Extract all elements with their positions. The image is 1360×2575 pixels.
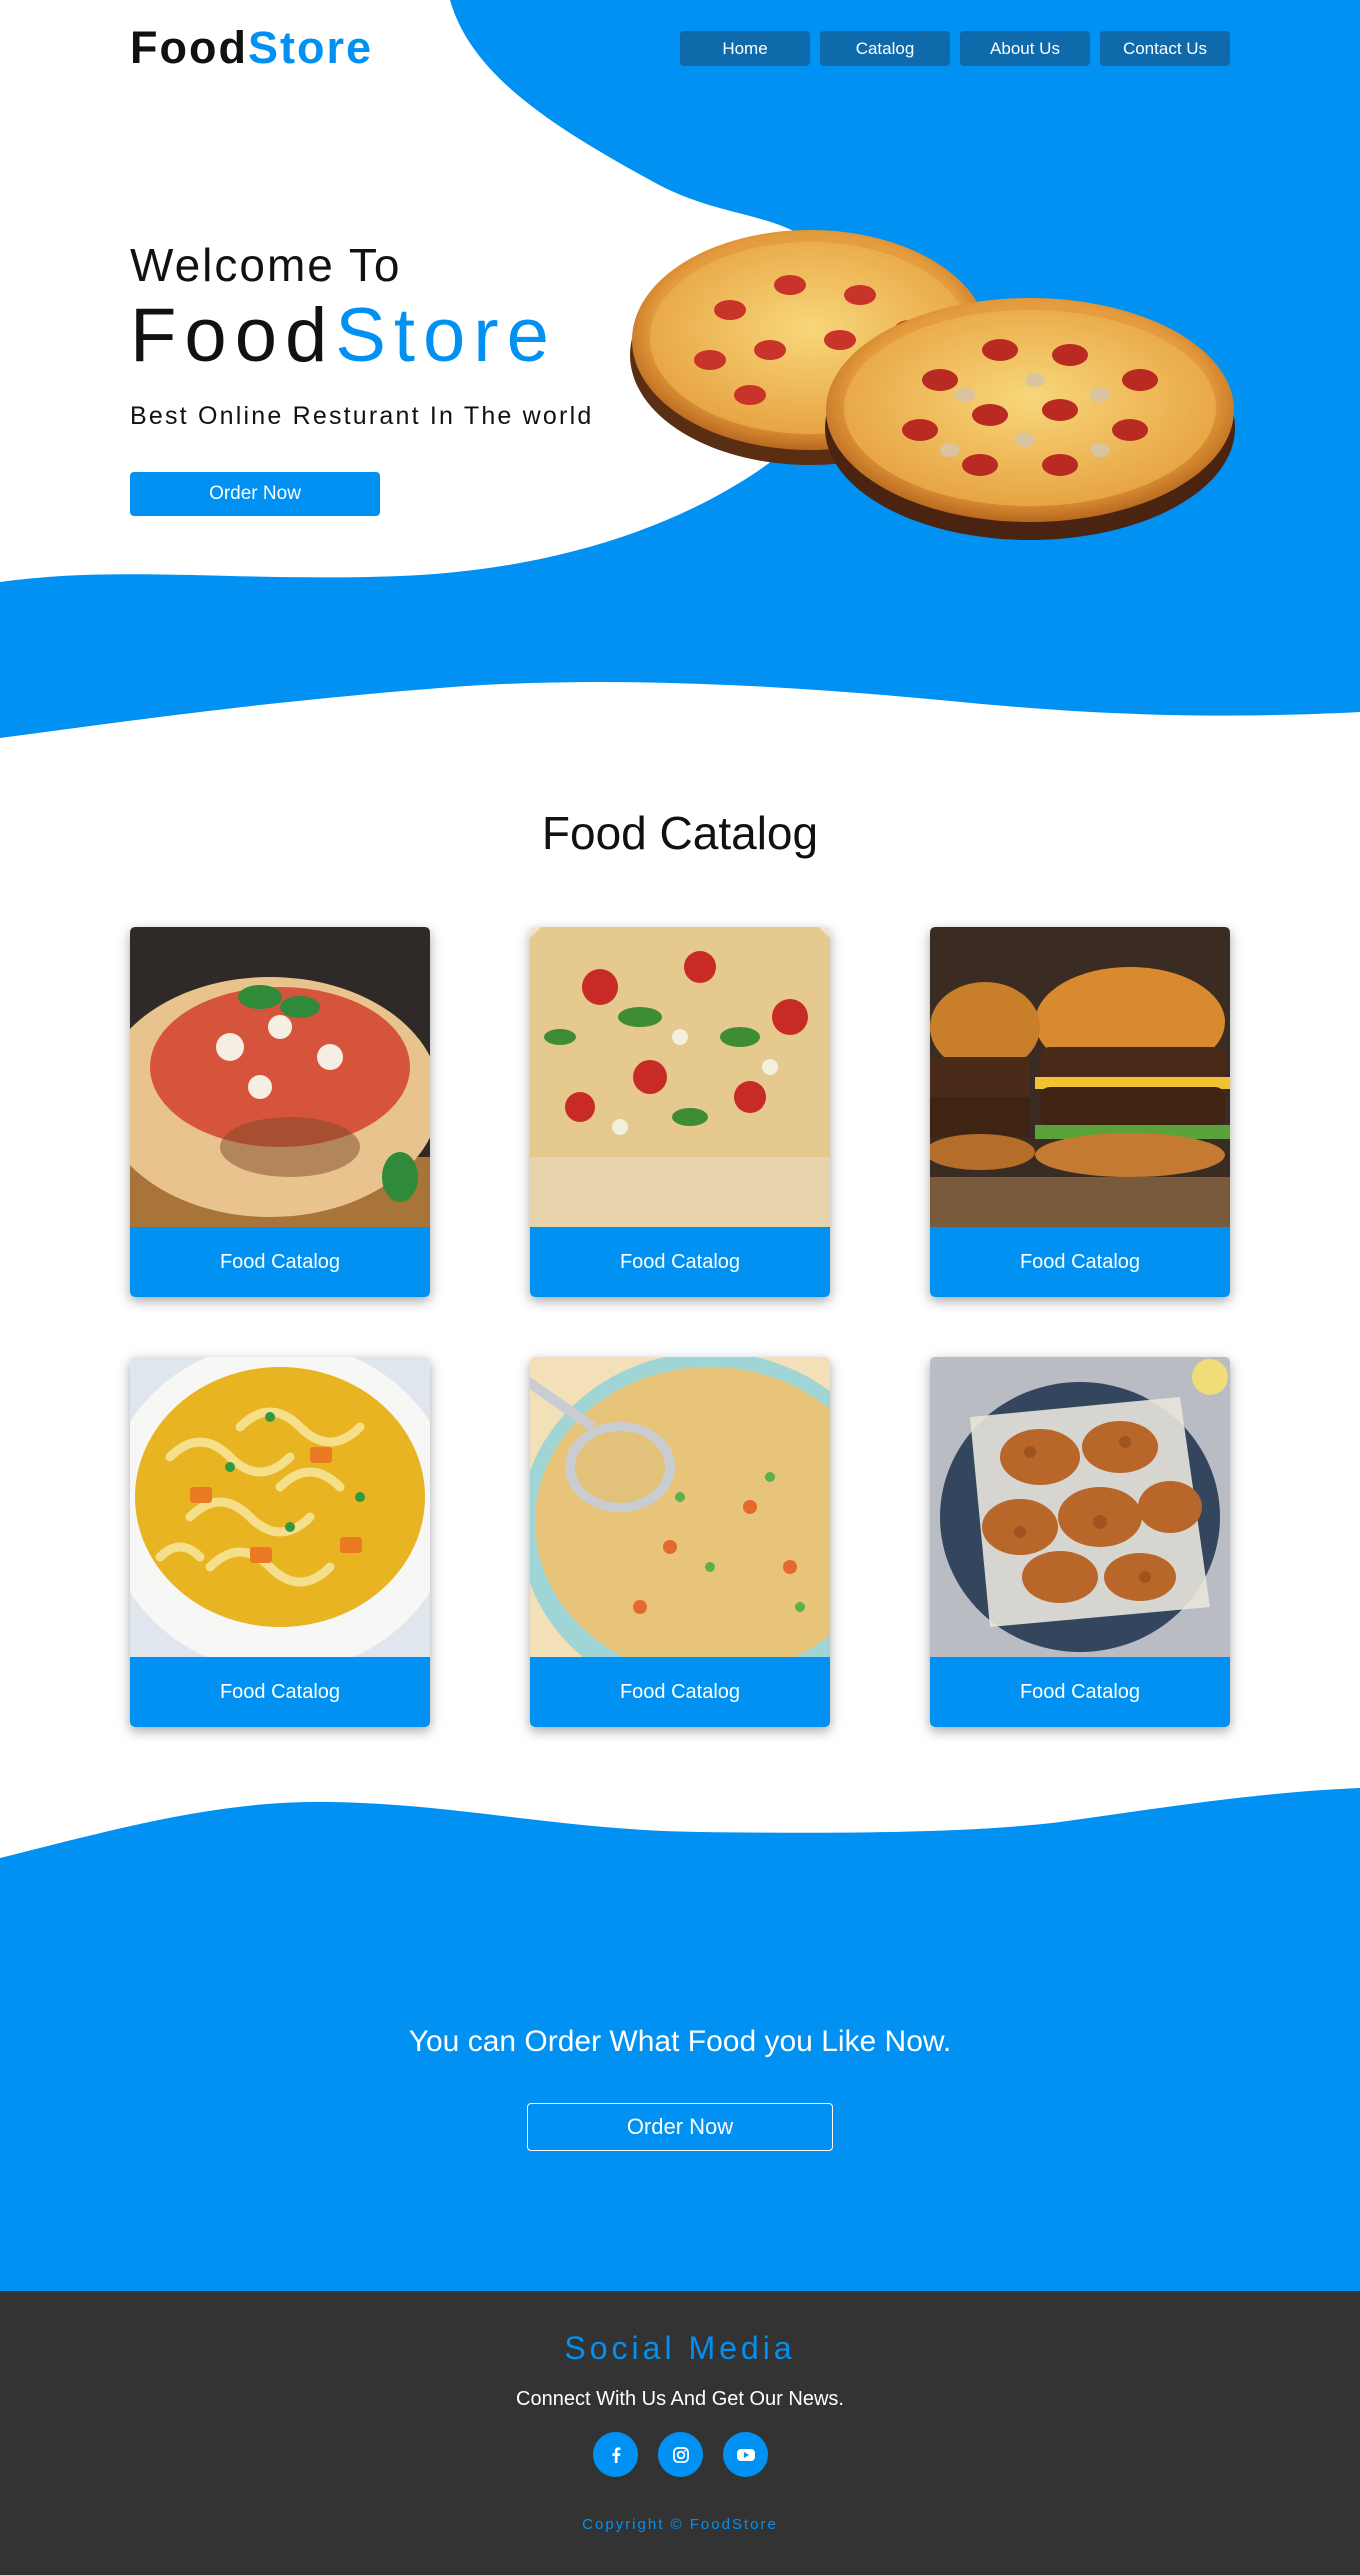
catalog-card[interactable]: Food Catalog <box>130 1357 430 1727</box>
nav-about-button[interactable]: About Us <box>960 31 1090 66</box>
main-nav: Home Catalog About Us Contact Us <box>680 31 1230 66</box>
hero-brand-food: Food <box>130 293 336 378</box>
catalog-card-label: Food Catalog <box>530 1227 830 1297</box>
noodle-soup-image <box>130 1357 430 1657</box>
catalog-card-label: Food Catalog <box>130 1227 430 1297</box>
hero-order-now-button[interactable]: Order Now <box>130 472 380 516</box>
copyright-text: Copyright © FoodStore <box>582 2516 778 2533</box>
hero-brand-store: Store <box>335 293 557 378</box>
cta-order-now-button[interactable]: Order Now <box>527 2103 833 2151</box>
logo-food-text: Food <box>130 22 248 73</box>
catalog-card-label: Food Catalog <box>130 1657 430 1727</box>
nav-contact-button[interactable]: Contact Us <box>1100 31 1230 66</box>
catalog-card[interactable]: Food Catalog <box>130 927 430 1297</box>
social-icons <box>593 2432 768 2477</box>
catalog-card[interactable]: Food Catalog <box>530 1357 830 1727</box>
pizza-image <box>630 230 1235 540</box>
site-logo[interactable]: FoodStore <box>130 22 373 74</box>
hero-welcome-text: Welcome To <box>130 239 402 291</box>
nav-home-button[interactable]: Home <box>680 31 810 66</box>
catalog-card[interactable]: Food Catalog <box>930 1357 1230 1727</box>
pizza-tomato-image <box>530 927 830 1227</box>
catalog-title: Food Catalog <box>541 807 819 859</box>
facebook-icon[interactable] <box>593 2432 638 2477</box>
nav-catalog-button[interactable]: Catalog <box>820 31 950 66</box>
burger-image <box>930 927 1230 1227</box>
fried-chicken-image <box>930 1357 1230 1657</box>
cta-text: You can Order What Food you Like Now. <box>408 2025 952 2058</box>
catalog-card[interactable]: Food Catalog <box>930 927 1230 1297</box>
pizza-margherita-image <box>130 927 430 1227</box>
logo-store-text: Store <box>247 22 373 73</box>
social-media-title: Social Media <box>564 2330 796 2366</box>
catalog-card[interactable]: Food Catalog <box>530 927 830 1297</box>
vegetable-soup-image <box>530 1357 830 1657</box>
social-media-subtitle: Connect With Us And Get Our News. <box>516 2388 844 2410</box>
catalog-card-label: Food Catalog <box>930 1657 1230 1727</box>
catalog-card-label: Food Catalog <box>530 1657 830 1727</box>
catalog-card-label: Food Catalog <box>930 1227 1230 1297</box>
youtube-icon[interactable] <box>723 2432 768 2477</box>
instagram-icon[interactable] <box>658 2432 703 2477</box>
hero-tagline: Best Online Resturant In The world <box>130 402 594 430</box>
hero-section: FoodStore Home Catalog About Us Contact … <box>0 0 1360 740</box>
hero-brand-title: FoodStore <box>130 292 557 379</box>
